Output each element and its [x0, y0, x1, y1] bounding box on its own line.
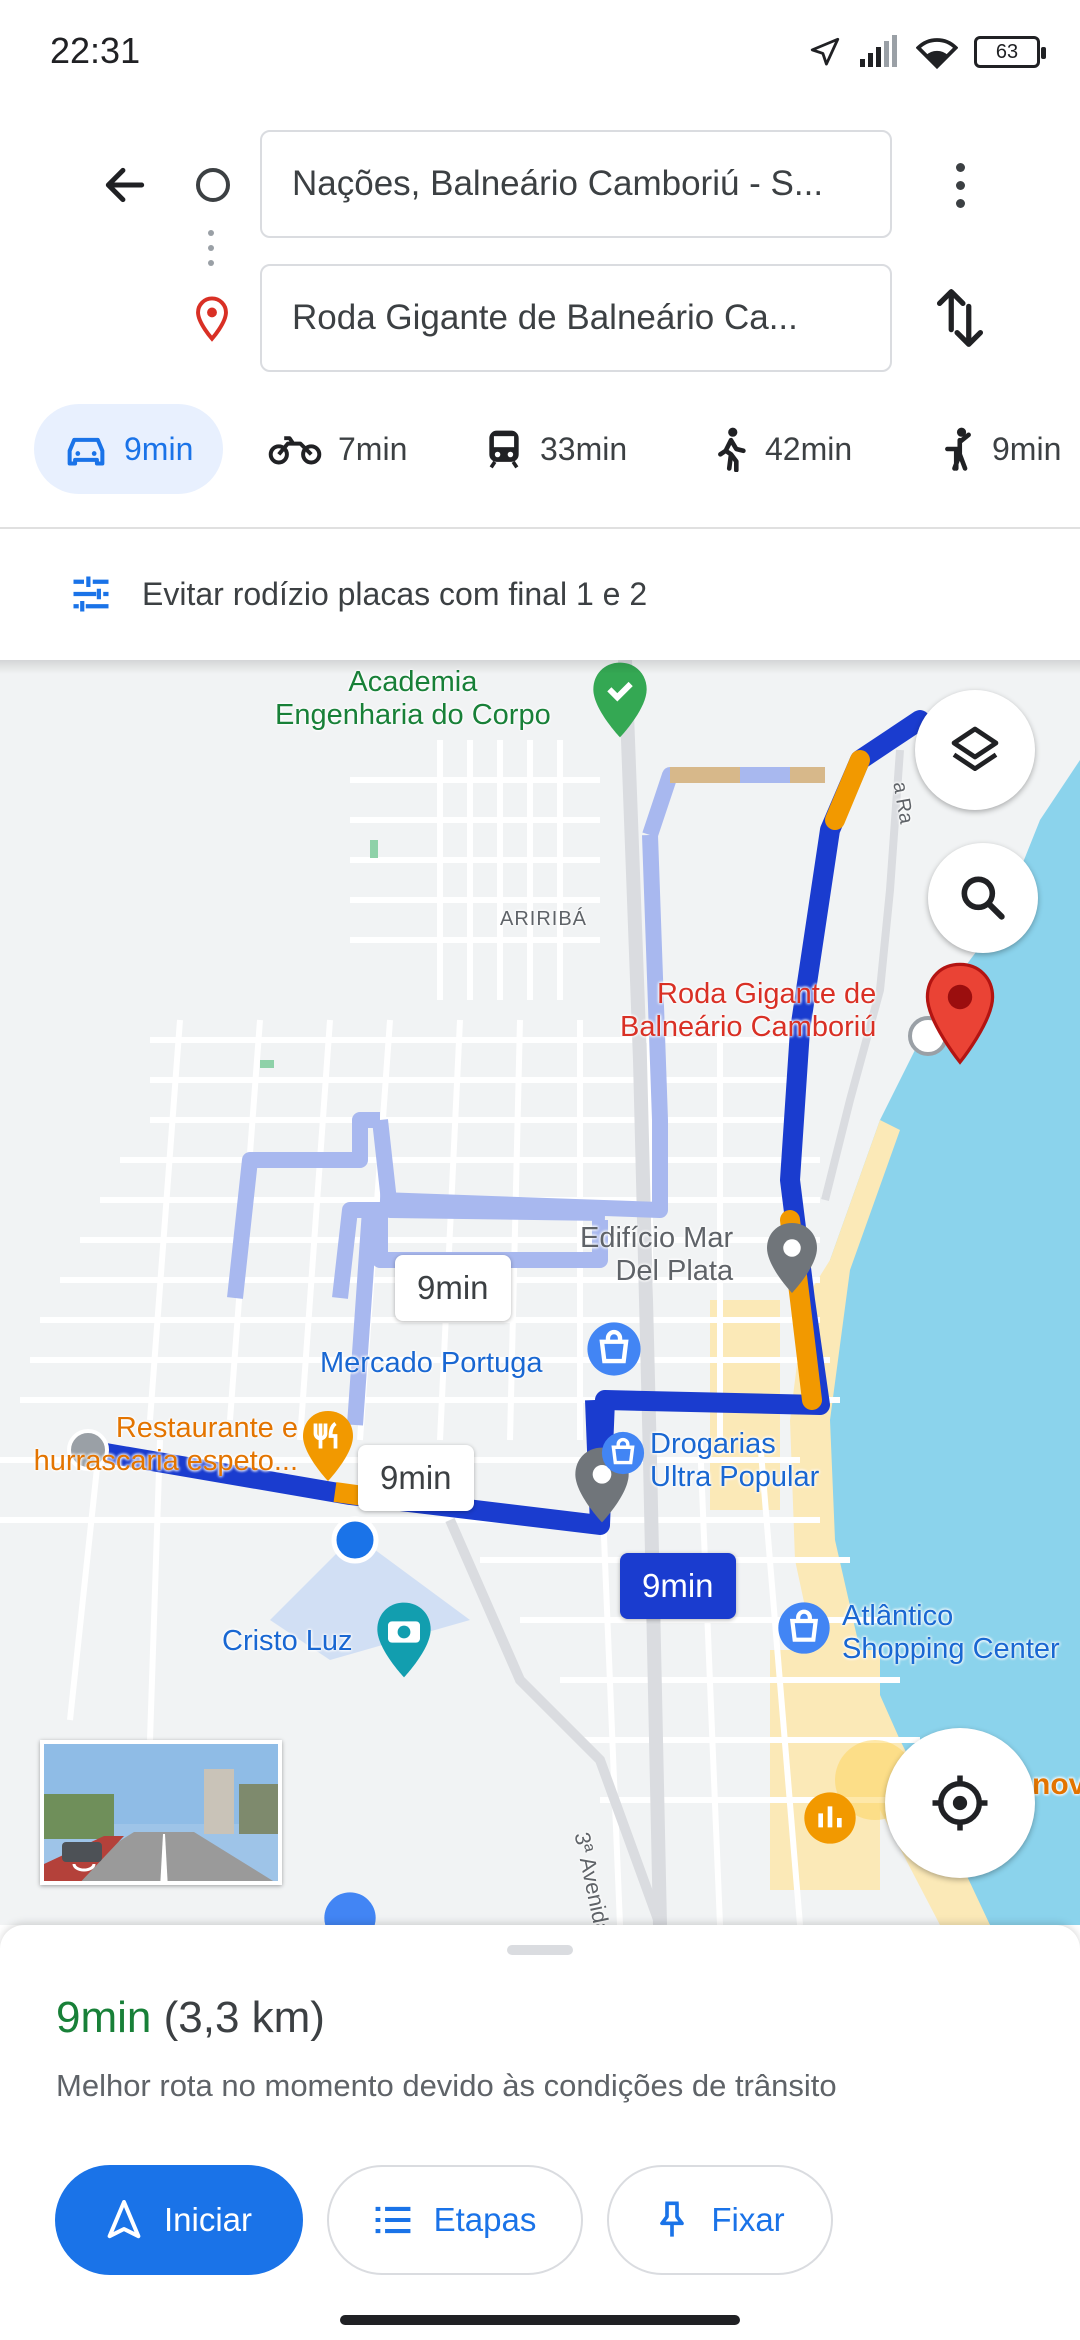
- restaurant-marker-icon[interactable]: [298, 1408, 358, 1484]
- travel-mode-tabs: 9min 7min 33min 42min 9min: [0, 404, 1080, 494]
- ride-icon: [945, 427, 971, 471]
- my-location-dot: [331, 1516, 379, 1564]
- route-time-alt-1[interactable]: 9min: [395, 1255, 511, 1321]
- mode-tab-walk[interactable]: 42min: [713, 404, 852, 494]
- start-button[interactable]: Iniciar: [55, 2165, 303, 2275]
- battery-indicator: 63: [974, 36, 1046, 68]
- drogarias-label[interactable]: Drogarias Ultra Popular: [650, 1428, 819, 1495]
- signal-icon: [860, 35, 897, 67]
- swap-vert-icon: [936, 289, 984, 347]
- mode-tab-motorcycle[interactable]: 7min: [268, 404, 407, 494]
- street-view-thumbnail[interactable]: [40, 1740, 282, 1885]
- atlantico-label[interactable]: Atlântico Shopping Center: [842, 1600, 1060, 1667]
- status-icons: 63: [808, 30, 1046, 74]
- avoid-option-label: Evitar rodízio placas com final 1 e 2: [142, 575, 648, 612]
- route-time-selected[interactable]: 9min: [620, 1553, 736, 1619]
- route-alt: [642, 767, 825, 838]
- origin-icon: [196, 168, 230, 202]
- car-icon: [67, 437, 105, 466]
- map-view[interactable]: Academia Engenharia do Corpo ARIRIBÁ Rod…: [0, 660, 1080, 1925]
- mercado-label[interactable]: Mercado Portuga: [320, 1347, 542, 1380]
- mode-tab-label: 7min: [338, 430, 408, 467]
- walk-icon: [718, 427, 746, 472]
- status-bar: 22:31 63: [0, 0, 1080, 100]
- transit-icon: [489, 430, 519, 469]
- route-summary-sheet: 9min (3,3 km) Melhor rota no momento dev…: [0, 1925, 1080, 2340]
- mode-tab-label: 9min: [124, 430, 194, 467]
- map-top-shadow: [0, 660, 1080, 674]
- partial-label: nov: [1032, 1768, 1080, 1801]
- more-options-button[interactable]: [930, 150, 990, 220]
- shopping-bag-icon[interactable]: [322, 1890, 378, 1925]
- location-arrow-icon: [810, 37, 840, 66]
- route-summary: 9min (3,3 km): [56, 1993, 325, 2043]
- shopping-center-marker-icon[interactable]: [802, 1790, 858, 1846]
- list-icon: [375, 2206, 411, 2234]
- origin-input[interactable]: Nações, Balneário Camboriú - S...: [260, 130, 892, 238]
- pin-button-label: Fixar: [711, 2201, 785, 2238]
- swap-button[interactable]: [925, 283, 995, 353]
- wifi-icon: [916, 38, 958, 69]
- street-view-image: [44, 1744, 278, 1881]
- motorcycle-icon: [268, 436, 322, 465]
- destination-pin-icon: [192, 296, 232, 347]
- route-distance: (3,3 km): [163, 1993, 325, 2042]
- route-description: Melhor rota no momento devido às condiçõ…: [56, 2068, 837, 2103]
- route-options-row[interactable]: Evitar rodízio placas com final 1 e 2: [0, 529, 1080, 659]
- pin-icon: [660, 2201, 685, 2237]
- crosshair-icon: [932, 1775, 988, 1831]
- my-location-button[interactable]: [885, 1728, 1035, 1878]
- mode-tab-label: 33min: [540, 430, 628, 467]
- navigation-arrow-icon: [107, 2200, 141, 2239]
- neighborhood-label: ARIRIBÁ: [500, 908, 588, 930]
- layers-button[interactable]: [915, 690, 1035, 810]
- search-map-button[interactable]: [928, 843, 1038, 953]
- layers-icon: [951, 726, 999, 771]
- arrow-back-icon: [105, 167, 145, 203]
- system-home-indicator[interactable]: [340, 2315, 740, 2325]
- status-time: 22:31: [50, 30, 141, 71]
- edificio-label[interactable]: Edifício Mar Del Plata: [580, 1222, 733, 1289]
- mode-tab-label: 9min: [992, 430, 1062, 467]
- cristo-label[interactable]: Cristo Luz: [222, 1625, 353, 1658]
- shopping-bag-icon[interactable]: [585, 1320, 643, 1378]
- map-canvas: [0, 660, 1080, 1925]
- tune-icon: [73, 576, 109, 612]
- traffic-segment: [825, 750, 870, 830]
- edificio-marker-icon[interactable]: [762, 1220, 822, 1296]
- mode-tab-transit[interactable]: 33min: [484, 404, 627, 494]
- destination-input[interactable]: Roda Gigante de Balneário Ca...: [260, 264, 892, 372]
- park-area: [260, 840, 378, 1068]
- steps-button-label: Etapas: [433, 2201, 537, 2238]
- sheet-drag-handle[interactable]: [507, 1945, 573, 1955]
- steps-button[interactable]: Etapas: [327, 2165, 583, 2275]
- shopping-bag-icon[interactable]: [600, 1430, 646, 1476]
- shopping-bag-icon[interactable]: [776, 1600, 832, 1656]
- start-button-label: Iniciar: [163, 2201, 253, 2238]
- search-icon: [961, 876, 1005, 920]
- pin-button[interactable]: Fixar: [607, 2165, 833, 2275]
- route-time-alt-2[interactable]: 9min: [358, 1445, 474, 1511]
- route-duration: 9min: [56, 1993, 152, 2042]
- mode-tab-label: 42min: [765, 430, 853, 467]
- mode-tab-ride[interactable]: 9min: [940, 404, 1061, 494]
- back-button[interactable]: [90, 150, 160, 220]
- destination-marker-icon[interactable]: [922, 960, 998, 1072]
- academia-label[interactable]: Academia Engenharia do Corpo: [275, 666, 551, 733]
- camera-marker-icon[interactable]: [372, 1600, 436, 1680]
- route-dots-icon: [208, 230, 216, 275]
- mode-tab-car[interactable]: 9min: [34, 404, 224, 494]
- restaurante-label[interactable]: Restaurante e hurrascaria espeto...: [0, 1412, 298, 1479]
- destination-label[interactable]: Roda Gigante de Balneário Camboriú: [620, 978, 876, 1045]
